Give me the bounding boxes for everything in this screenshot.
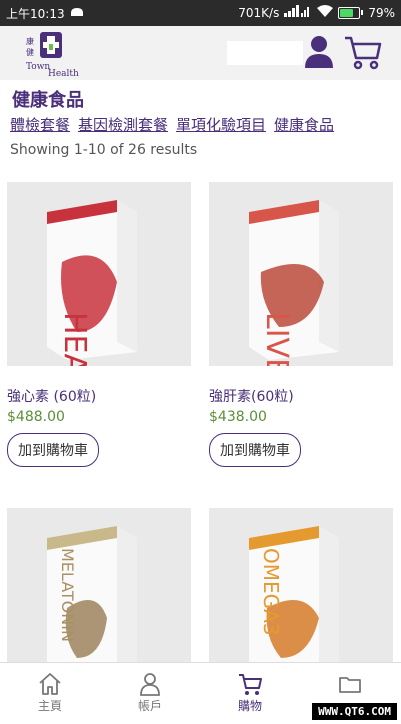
watermark: WWW.QT6.COM — [312, 703, 397, 720]
box-label: HEART — [57, 312, 92, 366]
add-to-cart-button[interactable]: 加到購物車 — [7, 433, 99, 467]
battery-icon — [338, 6, 364, 19]
shopping-cart-icon[interactable] — [343, 34, 383, 70]
category-link-lab-test[interactable]: 單項化驗項目 — [176, 114, 266, 135]
cart-icon — [239, 674, 262, 695]
svg-text:Town: Town — [26, 62, 50, 72]
product-card: LIVER 強肝素(60粒) $438.00 加到購物車 — [209, 182, 393, 467]
app-header: 康 健 Town Health — [0, 26, 401, 80]
product-name[interactable]: 強肝素(60粒) — [209, 386, 393, 406]
wifi-icon — [317, 5, 334, 20]
svg-text:康: 康 — [26, 36, 34, 46]
results-count: Showing 1-10 of 26 results — [10, 142, 198, 158]
category-link-health-food[interactable]: 健康食品 — [274, 114, 334, 135]
search-input[interactable] — [227, 41, 303, 65]
notification-icon — [69, 6, 85, 21]
page-title: 健康食品 — [12, 90, 84, 111]
nav-home[interactable]: 主頁 — [0, 663, 100, 724]
add-to-cart-button[interactable]: 加到購物車 — [209, 433, 301, 467]
nav-account-label: 帳戶 — [137, 699, 162, 713]
folder-icon — [339, 677, 361, 693]
category-link-gene-test[interactable]: 基因檢測套餐 — [78, 114, 168, 135]
network-speed: 701K/s — [238, 5, 280, 20]
product-price: $438.00 — [209, 409, 267, 425]
product-price: $488.00 — [7, 409, 65, 425]
signal-hd-icon — [284, 5, 312, 20]
product-image[interactable]: HEART — [7, 182, 191, 366]
nav-cart[interactable]: 購物 — [200, 663, 300, 724]
product-name[interactable]: 強心素 (60粒) — [7, 386, 191, 406]
svg-text:Health: Health — [48, 69, 79, 78]
box-label: OMEGA3 — [259, 548, 283, 636]
svg-text:健: 健 — [26, 47, 34, 57]
product-image[interactable]: LIVER — [209, 182, 393, 366]
status-time: 上午10:13 — [6, 7, 65, 21]
nav-cart-label: 購物 — [237, 699, 262, 713]
category-link-checkup[interactable]: 體檢套餐 — [10, 114, 70, 135]
category-links: 體檢套餐 基因檢測套餐 單項化驗項目 健康食品 — [10, 114, 334, 135]
nav-home-label: 主頁 — [37, 699, 62, 713]
home-icon — [39, 673, 61, 695]
nav-account[interactable]: 帳戶 — [100, 663, 200, 724]
box-label: MELATONIN — [58, 548, 77, 642]
box-label: LIVER — [259, 312, 294, 366]
product-card: HEART 強心素 (60粒) $488.00 加到購物車 — [7, 182, 191, 467]
town-health-logo[interactable]: 康 健 Town Health — [20, 30, 90, 79]
person-icon — [140, 673, 160, 696]
battery-percent: 79% — [368, 5, 395, 20]
user-account-icon[interactable] — [302, 34, 336, 70]
status-bar: 上午10:13 701K/s 79% — [0, 0, 401, 26]
